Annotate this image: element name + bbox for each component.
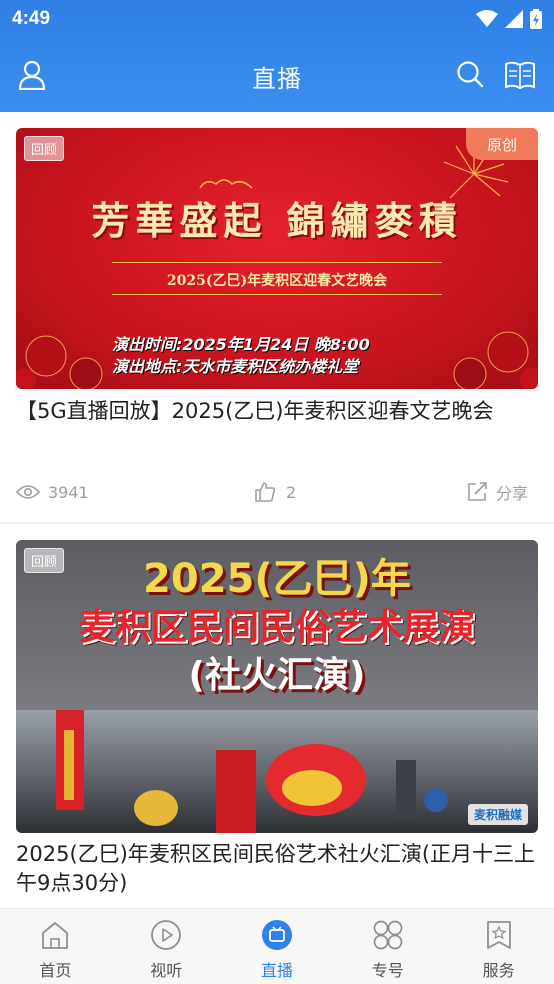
views-stat: 3941 xyxy=(16,483,254,502)
poster-line-1: 2025(乙巳)年 xyxy=(143,556,411,602)
flower-decoration xyxy=(16,335,103,389)
likes-count: 2 xyxy=(286,482,297,502)
poster-place: 演出地点:天水市麦积区统办楼礼堂 xyxy=(112,357,359,376)
poster-subtitle: 2025(乙巳)年麦积区迎春文艺晚会 xyxy=(166,273,388,289)
card-title[interactable]: 【5G直播回放】2025(乙巳)年麦积区迎春文艺晚会 xyxy=(16,397,538,426)
like-button[interactable]: 2 xyxy=(254,481,466,503)
live-card[interactable]: 回顾 原创 芳華盛起 錦繡麥積 2025(乙巳)年麦积区迎春文艺晚会 演出时间:… xyxy=(0,112,554,522)
tab-label: 首页 xyxy=(39,961,72,980)
replay-badge: 回顾 xyxy=(24,136,65,161)
share-icon xyxy=(468,482,487,501)
top-bar: 4:49 直播 xyxy=(0,0,554,112)
status-time: 4:49 xyxy=(12,8,51,29)
page-title: 直播 xyxy=(252,64,302,93)
nav-bar: 直播 xyxy=(0,40,554,112)
poster-line-3: (社火汇演) xyxy=(188,655,366,696)
circles-icon xyxy=(373,920,403,950)
thumbs-up-icon xyxy=(255,482,276,502)
star-bookmark-icon xyxy=(486,921,511,949)
tab-live[interactable]: 直播 xyxy=(222,909,333,984)
user-icon[interactable] xyxy=(18,60,46,90)
tab-services[interactable]: 服务 xyxy=(443,909,554,984)
share-button[interactable]: 分享 xyxy=(466,480,528,504)
watermark-logo: 麦积融媒 xyxy=(467,804,528,825)
tab-video[interactable]: 视听 xyxy=(111,909,222,984)
parade-illustration xyxy=(56,710,448,833)
street-scene: 麦积融媒 xyxy=(16,710,538,833)
tab-channels[interactable]: 专号 xyxy=(332,909,443,984)
card-meta: 3941 2 分享 xyxy=(16,478,538,506)
poster-info: 演出时间:2025年1月24日 晚8:00 演出地点:天水市麦积区统办楼礼堂 xyxy=(112,334,370,378)
home-icon xyxy=(42,922,69,949)
card-thumbnail[interactable]: 回顾 原创 芳華盛起 錦繡麥積 2025(乙巳)年麦积区迎春文艺晚会 演出时间:… xyxy=(16,128,538,389)
read-newspaper-icon[interactable] xyxy=(504,60,536,90)
tab-label: 直播 xyxy=(260,961,293,980)
status-icons xyxy=(476,9,542,29)
tab-label: 视听 xyxy=(150,961,183,980)
tab-label: 专号 xyxy=(371,961,404,980)
poster-divider xyxy=(112,262,442,263)
poster-title: 芳華盛起 錦繡麥積 xyxy=(91,198,463,243)
original-badge: 原创 xyxy=(466,128,538,160)
poster-line-2: 麦积区民间民俗艺术展演 xyxy=(78,607,475,648)
share-label: 分享 xyxy=(496,484,529,503)
live-icon xyxy=(261,920,292,950)
play-icon xyxy=(151,920,182,950)
card-thumbnail[interactable]: 2025(乙巳)年 麦积区民间民俗艺术展演 (社火汇演) 麦积融媒 回顾 xyxy=(16,540,538,833)
status-bar: 4:49 xyxy=(0,0,554,38)
bottom-tab-bar: 首页 视听 直播 专号 服务 xyxy=(0,908,554,984)
wifi-icon xyxy=(476,10,498,27)
poster-time: 演出时间:2025年1月24日 晚8:00 xyxy=(112,335,370,354)
tab-label: 服务 xyxy=(482,961,515,980)
live-card[interactable]: 2025(乙巳)年 麦积区民间民俗艺术展演 (社火汇演) 麦积融媒 回顾 202… xyxy=(0,524,554,908)
poster-banner: 2025(乙巳)年 麦积区民间民俗艺术展演 (社火汇演) xyxy=(16,540,538,710)
replay-badge: 回顾 xyxy=(24,548,65,573)
card-title[interactable]: 2025(乙巳)年麦积区民间民俗艺术社火汇演(正月十三上午9点30分) xyxy=(16,840,538,898)
battery-icon xyxy=(530,9,542,29)
live-feed[interactable]: 回顾 原创 芳華盛起 錦繡麥積 2025(乙巳)年麦积区迎春文艺晚会 演出时间:… xyxy=(0,112,554,908)
eye-icon xyxy=(16,485,40,499)
tab-home[interactable]: 首页 xyxy=(0,909,111,984)
search-icon[interactable] xyxy=(456,60,484,88)
views-count: 3941 xyxy=(48,482,89,502)
poster-divider xyxy=(112,294,442,295)
flower-decoration xyxy=(453,331,538,389)
signal-icon xyxy=(505,10,523,28)
